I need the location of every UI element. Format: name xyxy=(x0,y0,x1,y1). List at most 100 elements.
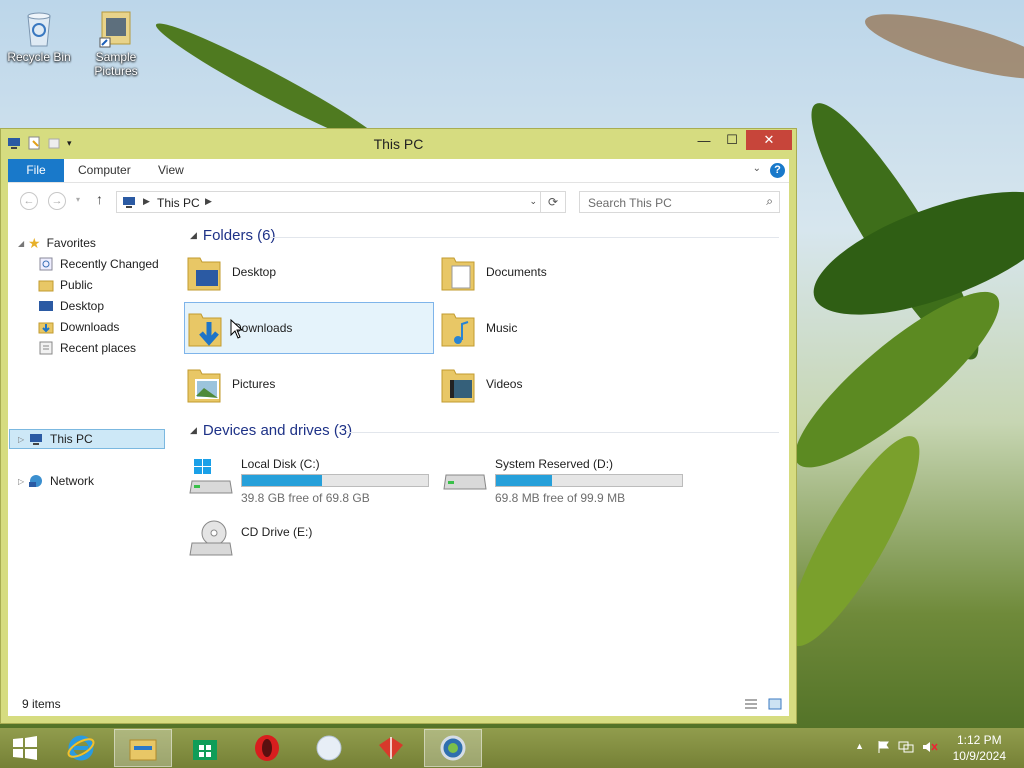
folder-tile-desktop[interactable]: Desktop xyxy=(184,246,434,298)
collapse-group-icon: ◢ xyxy=(190,425,197,435)
expand-this-pc-icon[interactable]: ▷ xyxy=(18,435,24,444)
breadcrumb-this-pc[interactable]: This PC xyxy=(157,196,200,210)
address-dropdown-icon[interactable]: ⌄ xyxy=(529,196,537,207)
windows-logo-icon xyxy=(13,736,37,760)
drive-tile-e[interactable]: CD Drive (E:) xyxy=(184,511,434,563)
nav-item-recent-places[interactable]: Recent places xyxy=(38,338,136,358)
desktop-icon-label: Sample Pictures xyxy=(94,50,138,78)
drive-name: Local Disk (C:) xyxy=(241,457,320,471)
store-icon xyxy=(193,740,217,760)
folder-label: Music xyxy=(486,321,518,335)
address-bar[interactable]: ▶ This PC ▶ ⌄ ⟳ xyxy=(116,191,566,213)
nav-item-downloads[interactable]: Downloads xyxy=(38,317,119,337)
search-box[interactable]: ⌕ xyxy=(579,191,780,213)
star-icon: ★ xyxy=(28,235,41,251)
folder-tile-downloads[interactable]: Downloads xyxy=(184,302,434,354)
nav-item-public[interactable]: Public xyxy=(38,275,93,295)
clock[interactable]: 1:12 PM 10/9/2024 xyxy=(953,732,1006,764)
recent-places-icon xyxy=(39,341,53,355)
divider xyxy=(270,237,779,238)
start-button[interactable] xyxy=(0,729,50,767)
title-bar[interactable]: ▾ This PC — ☐ ✕ xyxy=(1,129,796,159)
refresh-button[interactable]: ⟳ xyxy=(540,192,565,212)
taskbar-internet-explorer[interactable] xyxy=(52,729,110,767)
taskbar-app-red[interactable] xyxy=(362,729,420,767)
forward-button[interactable]: → xyxy=(48,192,66,210)
large-icons-view-icon[interactable] xyxy=(767,697,783,711)
folder-tile-music[interactable]: Music xyxy=(438,302,688,354)
view-buttons xyxy=(743,697,783,711)
group-title: Folders (6) xyxy=(202,227,276,244)
desktop-icon-recycle-bin[interactable]: Recycle Bin xyxy=(4,8,74,64)
close-button[interactable]: ✕ xyxy=(746,130,792,150)
navigation-bar: ← → ▾ ↑ ▶ This PC ▶ ⌄ ⟳ ⌕ xyxy=(8,183,789,219)
folder-shortcut-icon xyxy=(98,8,134,48)
network-icon xyxy=(29,475,42,487)
nav-item-network[interactable]: Network xyxy=(28,471,94,491)
drive-usage-fill xyxy=(496,475,552,486)
taskbar: ▲ 1:12 PM 10/9/2024 xyxy=(0,728,1024,768)
opera-icon xyxy=(255,735,279,761)
search-icon[interactable]: ⌕ xyxy=(766,194,773,209)
nav-item-label: Desktop xyxy=(60,299,105,313)
nav-item-label: Downloads xyxy=(60,320,120,334)
folder-label: Documents xyxy=(486,265,547,279)
nav-favorites[interactable]: ★ Favorites xyxy=(28,233,96,253)
clock-date: 10/9/2024 xyxy=(952,749,1006,763)
taskbar-opera[interactable] xyxy=(238,729,296,767)
folder-label: Pictures xyxy=(232,377,276,391)
tab-file[interactable]: File xyxy=(8,159,64,182)
collapse-favorites-icon[interactable]: ◢ xyxy=(18,239,24,248)
content-pane: ◢ Folders (6) Desktop Documents Download… xyxy=(174,221,789,692)
show-hidden-icons-icon[interactable]: ▲ xyxy=(855,741,864,751)
window-title: This PC xyxy=(373,136,424,152)
nav-item-desktop[interactable]: Desktop xyxy=(38,296,104,316)
network-status-icon[interactable] xyxy=(898,740,914,754)
downloads-folder-icon xyxy=(38,322,54,334)
devices-group-header[interactable]: ◢ Devices and drives (3) xyxy=(190,422,352,439)
folder-tile-pictures[interactable]: Pictures xyxy=(184,358,434,410)
window-controls: — ☐ ✕ xyxy=(690,130,792,150)
tab-view[interactable]: View xyxy=(158,159,184,182)
recent-changes-icon xyxy=(39,257,53,271)
folder-tile-documents[interactable]: Documents xyxy=(438,246,688,298)
drive-usage-bar xyxy=(241,474,429,487)
nav-item-label: Recently Changed xyxy=(60,257,159,271)
drive-free-space: 39.8 GB free of 69.8 GB xyxy=(241,491,370,505)
taskbar-app-sphere[interactable] xyxy=(300,729,358,767)
drive-free-space: 69.8 MB free of 99.9 MB xyxy=(495,491,626,505)
divider xyxy=(346,432,779,433)
back-button[interactable]: ← xyxy=(20,192,38,210)
drive-name: CD Drive (E:) xyxy=(241,525,313,539)
computer-icon xyxy=(123,197,135,208)
action-center-flag-icon[interactable] xyxy=(877,740,891,754)
downloads-folder-icon xyxy=(188,313,222,347)
search-input[interactable] xyxy=(586,195,750,211)
taskbar-file-explorer[interactable] xyxy=(114,729,172,767)
recycle-bin-icon xyxy=(21,8,57,48)
nav-item-recently-changed[interactable]: Recently Changed xyxy=(38,254,159,274)
maximize-button[interactable]: ☐ xyxy=(718,130,746,150)
desktop-icon-sample-pictures[interactable]: Sample Pictures xyxy=(81,8,151,78)
details-view-icon[interactable] xyxy=(743,697,759,711)
up-button[interactable]: ↑ xyxy=(96,191,103,207)
expand-ribbon-icon[interactable]: ⌄ xyxy=(753,163,761,174)
folders-group-header[interactable]: ◢ Folders (6) xyxy=(190,227,275,244)
nav-item-this-pc[interactable]: This PC xyxy=(28,429,93,449)
breadcrumb-chevron-icon[interactable]: ▶ xyxy=(143,196,150,207)
expand-network-icon[interactable]: ▷ xyxy=(18,477,24,486)
tab-computer[interactable]: Computer xyxy=(78,159,131,182)
nav-item-label: Recent places xyxy=(60,341,137,355)
breadcrumb-chevron-icon[interactable]: ▶ xyxy=(205,196,212,207)
taskbar-app-globe[interactable] xyxy=(424,729,482,767)
drive-tile-c[interactable]: Local Disk (C:) 39.8 GB free of 69.8 GB xyxy=(184,449,434,505)
volume-muted-icon[interactable] xyxy=(922,740,938,754)
drive-tile-d[interactable]: System Reserved (D:) 69.8 MB free of 99.… xyxy=(438,449,688,505)
help-icon[interactable]: ? xyxy=(770,163,785,178)
recent-locations-icon[interactable]: ▾ xyxy=(76,195,80,204)
taskbar-store[interactable] xyxy=(176,729,234,767)
videos-folder-icon xyxy=(441,369,475,403)
folder-tile-videos[interactable]: Videos xyxy=(438,358,688,410)
minimize-button[interactable]: — xyxy=(690,130,718,150)
item-count: 9 items xyxy=(22,697,61,711)
